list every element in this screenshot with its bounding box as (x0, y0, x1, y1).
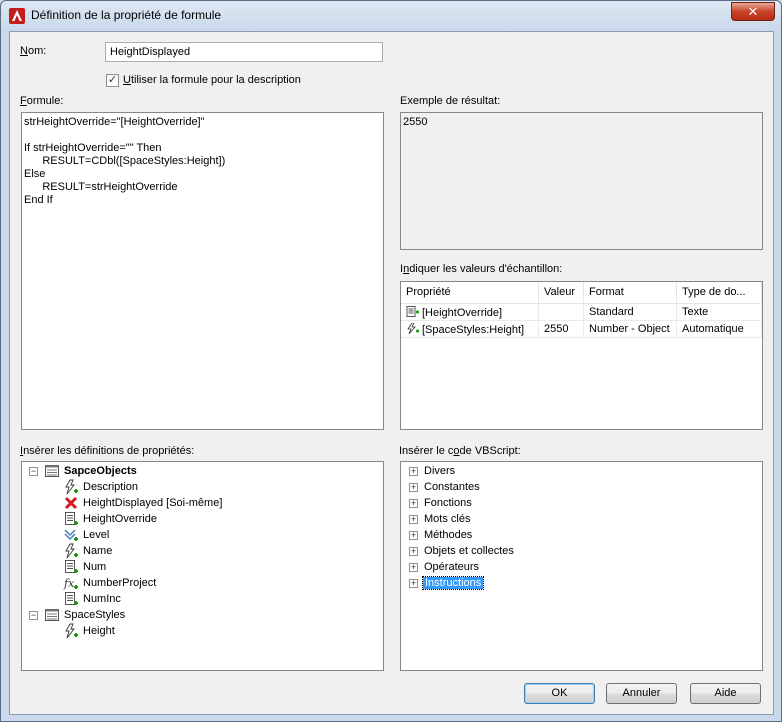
tree-item[interactable]: Description (83, 479, 138, 495)
app-icon (9, 8, 25, 24)
cell-value[interactable]: 2550 (539, 321, 584, 337)
property-set-icon (45, 465, 59, 477)
collapse-icon[interactable]: − (29, 611, 38, 620)
dialog-client-area: Nom: ✓ Utiliser la formule pour la descr… (9, 31, 774, 715)
expand-icon[interactable]: + (409, 579, 418, 588)
collapse-icon[interactable]: − (29, 467, 38, 476)
cell-format[interactable]: Standard (584, 304, 677, 320)
formula-line: strHeightOverride="[HeightOverride]" (24, 116, 205, 128)
tree-item[interactable]: Fonctions (424, 495, 472, 511)
property-definition-icon (406, 306, 419, 317)
tree-item[interactable]: Opérateurs (424, 559, 479, 575)
tree-group-spaceobjects[interactable]: SapceObjects (64, 463, 137, 479)
expand-icon[interactable]: + (409, 515, 418, 524)
automatic-property-icon (65, 479, 78, 495)
use-formula-checkbox[interactable]: ✓ (106, 74, 119, 87)
column-header-format[interactable]: Format (584, 282, 677, 303)
tree-item[interactable]: NumInc (83, 591, 121, 607)
property-tree-label: Insérer les définitions de propriétés: (20, 445, 195, 457)
grid-header: Propriété Valeur Format Type de do... (401, 282, 762, 304)
tree-item[interactable]: Objets et collectes (424, 543, 514, 559)
column-header-type[interactable]: Type de do... (677, 282, 762, 303)
title-bar[interactable]: Définition de la propriété de formule ✕ (1, 1, 781, 31)
cell-value[interactable] (539, 304, 584, 320)
name-input[interactable] (105, 42, 383, 62)
sample-values-grid[interactable]: Propriété Valeur Format Type de do... [H… (400, 281, 763, 430)
tree-item[interactable]: HeightOverride (83, 511, 157, 527)
property-definition-icon (65, 512, 78, 525)
cell-format[interactable]: Number - Object (584, 321, 677, 337)
automatic-property-icon (407, 323, 419, 335)
help-button[interactable]: Aide (690, 683, 761, 704)
name-label: Nom: (20, 45, 47, 57)
close-icon: ✕ (747, 4, 759, 19)
column-header-property[interactable]: Propriété (401, 282, 539, 303)
tree-item[interactable]: Méthodes (424, 527, 472, 543)
automatic-property-icon (65, 543, 78, 559)
cell-type: Automatique (677, 321, 762, 337)
formula-line: Else (24, 168, 46, 180)
expand-icon[interactable]: + (409, 563, 418, 572)
property-set-icon (45, 609, 59, 621)
tree-item[interactable]: Height (83, 623, 115, 639)
tree-item[interactable]: NumberProject (83, 575, 156, 591)
formula-line (24, 129, 381, 142)
tree-item-selected[interactable]: Instructions (421, 575, 485, 591)
tree-group-spacestyles[interactable]: SpaceStyles (64, 607, 125, 623)
error-x-icon (64, 496, 78, 510)
property-definition-icon (65, 592, 78, 605)
close-button[interactable]: ✕ (731, 2, 775, 21)
window-title: Définition de la propriété de formule (31, 8, 222, 22)
cell-type: Texte (677, 304, 762, 320)
result-label: Exemple de résultat: (400, 95, 501, 107)
tree-item[interactable]: Mots clés (424, 511, 470, 527)
sample-values-label: Indiquer les valeurs d'échantillon: (400, 263, 563, 275)
formula-line: If strHeightOverride="" Then (24, 142, 162, 154)
formula-editor[interactable]: strHeightOverride="[HeightOverride]" If … (21, 112, 384, 430)
expand-icon[interactable]: + (409, 467, 418, 476)
cell-property[interactable]: [SpaceStyles:Height] (401, 321, 539, 337)
automatic-property-icon (65, 623, 78, 639)
column-header-value[interactable]: Valeur (539, 282, 584, 303)
svg-text:fx: fx (63, 577, 75, 590)
expand-icon[interactable]: + (409, 499, 418, 508)
tree-item[interactable]: Num (83, 559, 106, 575)
table-row[interactable]: [SpaceStyles:Height] 2550 Number - Objec… (401, 321, 762, 338)
result-box: 2550 (400, 112, 763, 250)
checkmark-icon: ✓ (107, 74, 118, 86)
formula-line: RESULT=strHeightOverride (24, 181, 178, 193)
property-definition-icon (65, 560, 78, 573)
tree-item[interactable]: Name (83, 543, 112, 559)
formula-property-dialog: Définition de la propriété de formule ✕ … (0, 0, 782, 722)
formula-line: RESULT=CDbl([SpaceStyles:Height]) (24, 155, 226, 167)
expand-icon[interactable]: + (409, 483, 418, 492)
tree-item[interactable]: Constantes (424, 479, 480, 495)
ok-button[interactable]: OK (524, 683, 595, 704)
use-formula-label[interactable]: Utiliser la formule pour la description (123, 74, 301, 86)
property-definitions-tree[interactable]: − SapceObjects Description HeightDisplay… (21, 461, 384, 671)
result-value: 2550 (403, 116, 428, 128)
vbscript-code-tree[interactable]: + Divers + Constantes + Fonctions + Mots… (400, 461, 763, 671)
formula-line: End If (24, 194, 53, 206)
cell-property[interactable]: [HeightOverride] (401, 304, 539, 320)
vbscript-tree-label: Insérer le code VBScript: (399, 445, 521, 457)
formula-property-icon: fx (63, 577, 78, 590)
table-row[interactable]: [HeightOverride] Standard Texte (401, 304, 762, 321)
tree-item[interactable]: HeightDisplayed [Soi-même] (83, 495, 222, 511)
expand-icon[interactable]: + (409, 547, 418, 556)
tree-item[interactable]: Divers (424, 463, 455, 479)
tree-item[interactable]: Level (83, 527, 109, 543)
cancel-button[interactable]: Annuler (606, 683, 677, 704)
formula-label: Formule: (20, 95, 64, 107)
list-property-icon (64, 529, 78, 541)
expand-icon[interactable]: + (409, 531, 418, 540)
